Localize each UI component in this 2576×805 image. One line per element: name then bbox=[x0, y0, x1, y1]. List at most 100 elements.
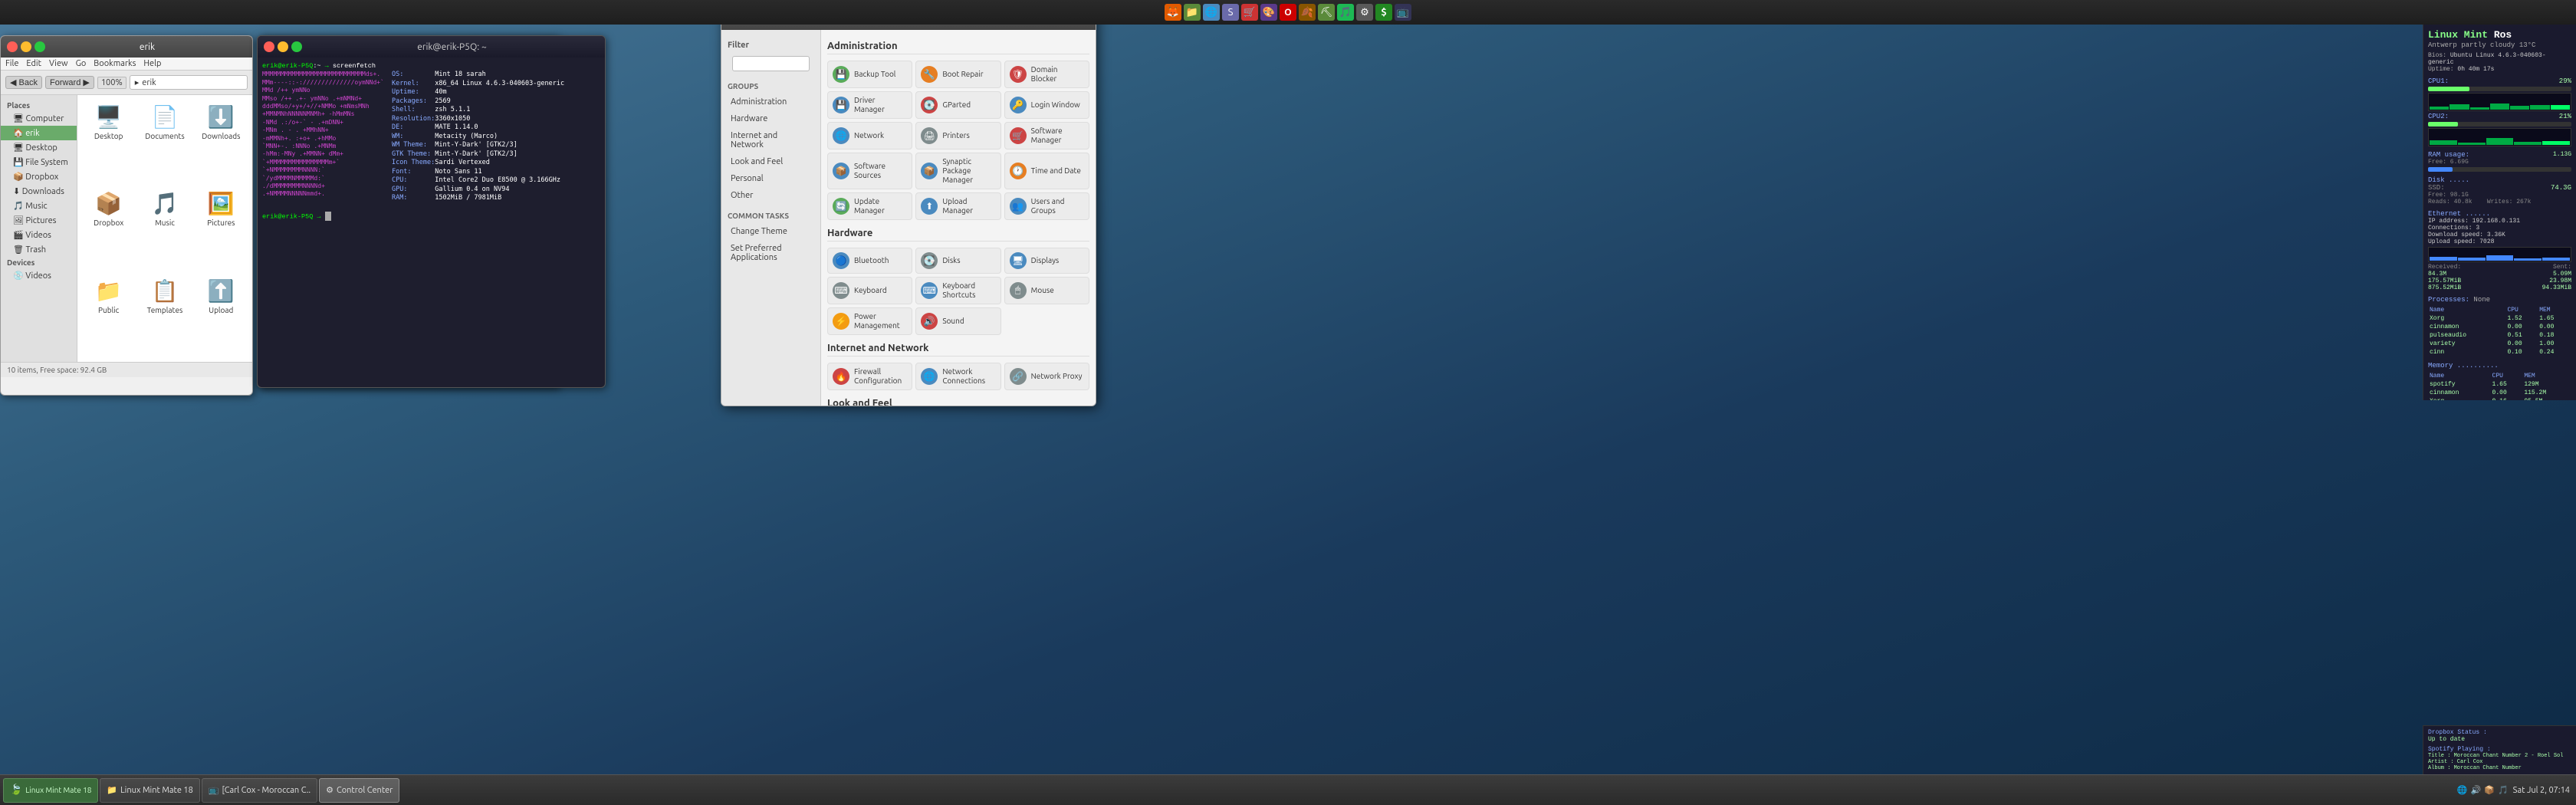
sidebar-hardware[interactable]: Hardware bbox=[721, 110, 820, 127]
mintupload-icon[interactable]: ⚙ bbox=[1356, 4, 1373, 21]
cc-power[interactable]: ⚡Power Management bbox=[827, 307, 912, 335]
file-downloads[interactable]: ⬇️Downloads bbox=[196, 101, 246, 182]
nemo-icon[interactable]: 📁 bbox=[1184, 4, 1201, 21]
file-documents[interactable]: 📄Documents bbox=[140, 101, 189, 182]
common-tasks-label: Common Tasks bbox=[721, 209, 820, 223]
opera-icon[interactable]: O bbox=[1280, 4, 1296, 21]
software-manager-icon[interactable]: 🛒 bbox=[1241, 4, 1258, 21]
file-public[interactable]: 📁Public bbox=[84, 275, 133, 356]
sidebar-videos-device[interactable]: 💿 Videos bbox=[1, 268, 77, 283]
file-upload[interactable]: ⬆️Upload bbox=[196, 275, 246, 356]
cc-users-groups[interactable]: 👥Users and Groups bbox=[1004, 192, 1089, 220]
sidebar-preferred-apps[interactable]: Set Preferred Applications bbox=[721, 240, 820, 266]
spotify-icon[interactable]: 🎵 bbox=[1337, 4, 1354, 21]
minimize-button[interactable] bbox=[21, 41, 31, 52]
chromium-icon[interactable]: 🌐 bbox=[1203, 4, 1220, 21]
terminal2-max[interactable] bbox=[291, 41, 302, 52]
close-button[interactable] bbox=[7, 41, 18, 52]
sidebar-filesystem[interactable]: 💾 File System bbox=[1, 155, 77, 169]
file-dropbox[interactable]: 📦Dropbox bbox=[84, 188, 133, 268]
cc-software-sources[interactable]: 📦Software Sources bbox=[827, 153, 912, 189]
sidebar-personal[interactable]: Personal bbox=[721, 170, 820, 187]
menu-help[interactable]: Help bbox=[143, 59, 161, 68]
menu-edit[interactable]: Edit bbox=[26, 59, 41, 68]
sidebar-pictures[interactable]: 🖼 Pictures bbox=[1, 213, 77, 228]
cc-backup-tool[interactable]: 💾Backup Tool bbox=[827, 61, 912, 88]
cc-domain-blocker[interactable]: 🛡Domain Blocker bbox=[1004, 61, 1089, 88]
cpu2-row: CPU2: 21% bbox=[2428, 113, 2571, 120]
cc-keyboard-shortcuts[interactable]: ⌨Keyboard Shortcuts bbox=[915, 277, 1001, 304]
cc-synaptic[interactable]: 📦Synaptic Package Manager bbox=[915, 153, 1001, 189]
sidebar-administration[interactable]: Administration bbox=[721, 94, 820, 110]
sidebar-change-theme[interactable]: Change Theme bbox=[721, 223, 820, 240]
cc-boot-repair[interactable]: 🔧Boot Repair bbox=[915, 61, 1001, 88]
file-desktop[interactable]: 🖥️Desktop bbox=[84, 101, 133, 182]
sidebar-videos[interactable]: 🎬 Videos bbox=[1, 228, 77, 242]
sidebar-internet[interactable]: Internet and Network bbox=[721, 127, 820, 153]
firefox-icon[interactable]: 🦊 bbox=[1165, 4, 1181, 21]
firewall-label: Firewall Configuration bbox=[854, 367, 907, 386]
file-music[interactable]: 🎵Music bbox=[140, 188, 189, 268]
menu-bookmarks[interactable]: Bookmarks bbox=[94, 59, 136, 68]
cc-upload-manager[interactable]: ⬆Upload Manager bbox=[915, 192, 1001, 220]
sidebar-computer[interactable]: 🖥 Computer bbox=[1, 111, 77, 126]
sf-gpu-val: Gallium 0.4 on NV94 bbox=[435, 186, 564, 194]
address-bar[interactable]: ▸ erik bbox=[130, 75, 248, 90]
dollar-icon[interactable]: $ bbox=[1375, 4, 1392, 21]
menu-go[interactable]: Go bbox=[76, 59, 87, 68]
cc-mouse[interactable]: 🖱Mouse bbox=[1004, 277, 1089, 304]
displays-label: Displays bbox=[1031, 256, 1060, 265]
dl-val: 3.36K bbox=[2487, 232, 2505, 238]
cc-network[interactable]: 🌐Network bbox=[827, 122, 912, 150]
menu-file[interactable]: File bbox=[5, 59, 18, 68]
sidebar-desktop[interactable]: 🖥 Desktop bbox=[1, 140, 77, 155]
cc-software-manager[interactable]: 🛒Software Manager bbox=[1004, 122, 1089, 150]
sidebar-other[interactable]: Other bbox=[721, 187, 820, 204]
cc-firewall[interactable]: 🔥Firewall Configuration bbox=[827, 363, 912, 390]
filter-input[interactable] bbox=[732, 56, 810, 71]
ethernet-section: Ethernet ...... IP address: 192.168.0.13… bbox=[2428, 210, 2571, 291]
terminal2-min[interactable] bbox=[278, 41, 288, 52]
sidebar-home[interactable]: 🏠 erik bbox=[1, 126, 77, 140]
file-templates[interactable]: 📋Templates bbox=[140, 275, 189, 356]
terminal2-body[interactable]: erik@erik-P5Q:~ → screenfetch MMMMMMMMMM… bbox=[258, 58, 605, 387]
cc-login-window[interactable]: 🔑Login Window bbox=[1004, 91, 1089, 119]
gimp-icon[interactable]: 🎨 bbox=[1260, 4, 1277, 21]
menu-view[interactable]: View bbox=[49, 59, 68, 68]
back-button[interactable]: ◀ Back bbox=[5, 76, 42, 89]
taskbar-file-manager[interactable]: 📁 Linux Mint Mate 18 bbox=[100, 778, 199, 803]
sidebar-trash[interactable]: 🗑 Trash bbox=[1, 242, 77, 257]
cc-bluetooth[interactable]: 🔵Bluetooth bbox=[827, 248, 912, 274]
sidebar-dropbox[interactable]: 📦 Dropbox bbox=[1, 169, 77, 184]
sf-uptime-val: 40m bbox=[435, 88, 564, 97]
cc-displays[interactable]: 🖥Displays bbox=[1004, 248, 1089, 274]
taskbar-terminal[interactable]: 📺 [Carl Cox - Moroccan C.. bbox=[202, 778, 317, 803]
maximize-button[interactable] bbox=[34, 41, 45, 52]
forward-button[interactable]: Forward ▶ bbox=[45, 76, 94, 89]
cc-keyboard[interactable]: ⌨Keyboard bbox=[827, 277, 912, 304]
cc-network-connections[interactable]: 🌐Network Connections bbox=[915, 363, 1001, 390]
file-pictures[interactable]: 🖼️Pictures bbox=[196, 188, 246, 268]
cpu1-bar-container bbox=[2428, 87, 2571, 91]
cc-update-manager[interactable]: 🔄Update Manager bbox=[827, 192, 912, 220]
sidebar-music[interactable]: 🎵 Music bbox=[1, 199, 77, 213]
keyboard-label: Keyboard bbox=[854, 286, 887, 295]
netconn-icon: 🌐 bbox=[921, 368, 938, 385]
cc-sound[interactable]: 🔊Sound bbox=[915, 307, 1001, 335]
cc-driver-manager[interactable]: 💾Driver Manager bbox=[827, 91, 912, 119]
cc-network-proxy[interactable]: 🔗Network Proxy bbox=[1004, 363, 1089, 390]
taskbar-mint-menu[interactable]: 🍃 Linux Mint Mate 18 bbox=[3, 778, 98, 803]
minecraft-icon[interactable]: ⛏ bbox=[1318, 4, 1335, 21]
sidebar-look-and-feel[interactable]: Look and Feel bbox=[721, 153, 820, 170]
terminal-panel-icon[interactable]: 📺 bbox=[1395, 4, 1411, 21]
cc-printers[interactable]: 🖨Printers bbox=[915, 122, 1001, 150]
cc-disks[interactable]: 💽Disks bbox=[915, 248, 1001, 274]
synaptic-icon[interactable]: S bbox=[1222, 4, 1239, 21]
terminal2-close[interactable] bbox=[264, 41, 274, 52]
cc-gparted[interactable]: 💽GParted bbox=[915, 91, 1001, 119]
time-label: Time and Date bbox=[1031, 166, 1081, 176]
cc-time-date[interactable]: 🕐Time and Date bbox=[1004, 153, 1089, 189]
taskbar-control-center[interactable]: ⚙ Control Center bbox=[319, 778, 399, 803]
sidebar-downloads[interactable]: ⬇ Downloads bbox=[1, 184, 77, 199]
cinnamon-icon[interactable]: 🍂 bbox=[1299, 4, 1316, 21]
